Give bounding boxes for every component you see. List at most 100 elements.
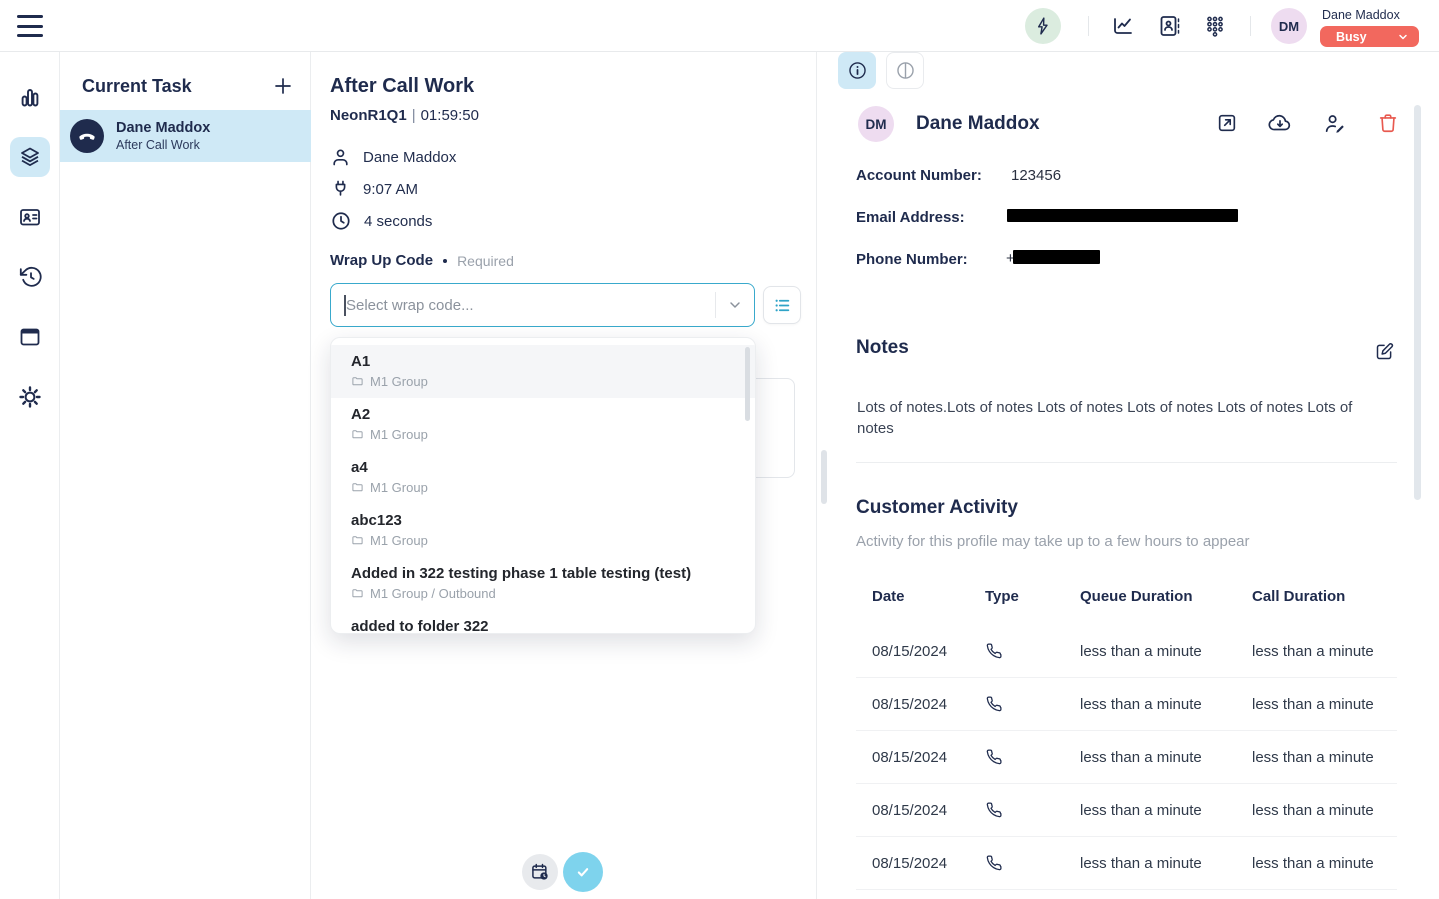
wrap-code-option[interactable]: a4 M1 Group: [331, 451, 755, 504]
phone-call-icon: [985, 854, 1080, 872]
phone-label: Phone Number:: [856, 251, 968, 268]
quick-actions-button[interactable]: [1025, 8, 1061, 44]
browse-codes-button[interactable]: [763, 286, 801, 324]
tab-profile-info[interactable]: [838, 52, 876, 89]
phone-receiver-icon: [77, 126, 97, 146]
nav-history-button[interactable]: [10, 257, 50, 297]
user-avatar[interactable]: DM: [1271, 8, 1307, 44]
line-chart-icon: [1111, 14, 1135, 38]
list-icon: [773, 296, 792, 315]
folder-icon: [351, 428, 364, 441]
option-code: Added in 322 testing phase 1 table testi…: [351, 565, 735, 582]
delete-contact-button[interactable]: [1377, 111, 1401, 135]
nav-dashboard-button[interactable]: [10, 78, 50, 118]
start-time-row: 9:07 AM: [330, 179, 418, 200]
activity-date: 08/15/2024: [872, 749, 985, 766]
chevron-down-icon[interactable]: [716, 297, 754, 313]
duration-row: 4 seconds: [330, 210, 432, 232]
right-scrollbar[interactable]: [1414, 105, 1421, 500]
option-code: A2: [351, 406, 735, 423]
account-number-label: Account Number:: [856, 167, 982, 184]
column-type: Type: [985, 588, 1080, 605]
duration-text: 4 seconds: [364, 213, 432, 230]
bar-chart-icon: [18, 86, 42, 110]
wrap-code-option[interactable]: added to folder 322 M1 Group / Outbound: [331, 610, 755, 634]
topbar-divider: [1088, 16, 1089, 36]
contact-name-heading: Dane Maddox: [916, 113, 1040, 135]
task-contact-name: Dane Maddox: [116, 120, 210, 136]
hamburger-menu-icon[interactable]: [17, 15, 43, 37]
dropdown-scrollbar[interactable]: [745, 347, 750, 421]
contact-meta-row: Dane Maddox: [330, 147, 456, 168]
option-group: M1 Group: [370, 533, 428, 548]
add-task-button[interactable]: [271, 74, 295, 98]
option-code: abc123: [351, 512, 735, 529]
nav-tasks-button[interactable]: [10, 137, 50, 177]
nav-settings-button[interactable]: [10, 377, 50, 417]
chevron-down-icon: [1397, 31, 1409, 43]
schedule-button[interactable]: [522, 854, 558, 890]
activity-row: 08/15/2024 less than a minute less than …: [856, 678, 1397, 731]
contacts-button[interactable]: [1157, 14, 1181, 38]
person-icon: [330, 147, 351, 168]
customer-activity-title: Customer Activity: [856, 497, 1018, 519]
option-group: M1 Group: [370, 374, 428, 389]
current-task-title: Current Task: [82, 76, 192, 97]
open-profile-button[interactable]: [1216, 111, 1240, 135]
activity-row: 08/15/2024 less than a minute less than …: [856, 837, 1397, 890]
wrap-code-option[interactable]: Added in 322 testing phase 1 table testi…: [331, 557, 755, 610]
nav-browser-button[interactable]: [10, 317, 50, 357]
queue-duration-value: less than a minute: [1080, 855, 1252, 872]
activity-rows: 08/15/2024 less than a minute less than …: [856, 625, 1397, 890]
wrap-code-option[interactable]: abc123 M1 Group: [331, 504, 755, 557]
contact-card-icon: [18, 205, 42, 229]
edit-contact-button[interactable]: [1323, 111, 1347, 135]
clock-icon: [330, 210, 352, 232]
gear-icon: [18, 385, 42, 409]
analytics-button[interactable]: [1111, 14, 1135, 38]
layers-icon: [18, 145, 42, 169]
folder-icon: [351, 375, 364, 388]
column-call-duration: Call Duration: [1252, 588, 1397, 605]
call-duration-value: less than a minute: [1252, 749, 1397, 766]
customer-activity-subtitle: Activity for this profile may take up to…: [856, 533, 1250, 550]
dialpad-button[interactable]: [1203, 14, 1227, 38]
wrap-code-option[interactable]: A2 M1 Group: [331, 398, 755, 451]
account-number-value: 123456: [1011, 167, 1061, 184]
user-name: Dane Maddox: [1322, 8, 1400, 22]
current-task-panel: Current Task Dane Maddox After Call Work: [60, 52, 311, 899]
browser-window-icon: [18, 325, 42, 349]
text-cursor: [344, 295, 346, 316]
lightning-icon: [1033, 16, 1053, 36]
wrap-code-option[interactable]: A1 M1 Group: [331, 345, 755, 398]
wrap-up-label: Wrap Up Code: [330, 252, 433, 269]
wrap-code-input[interactable]: [331, 297, 715, 314]
contact-avatar: DM: [858, 106, 894, 142]
activity-row: 08/15/2024 less than a minute less than …: [856, 784, 1397, 837]
edit-notes-button[interactable]: [1374, 339, 1398, 363]
address-book-icon: [1157, 14, 1181, 38]
complete-task-button[interactable]: [563, 852, 603, 892]
required-label: Required: [457, 253, 514, 269]
queue-duration-value: less than a minute: [1080, 802, 1252, 819]
middle-scrollbar[interactable]: [821, 450, 827, 504]
checkmark-icon: [573, 862, 593, 882]
queue-duration-value: less than a minute: [1080, 696, 1252, 713]
task-list-item[interactable]: Dane Maddox After Call Work: [60, 110, 311, 162]
nav-contacts-button[interactable]: [10, 197, 50, 237]
status-dropdown[interactable]: Busy: [1320, 26, 1419, 47]
folder-icon: [351, 534, 364, 547]
wrap-code-select[interactable]: [330, 283, 755, 327]
call-duration-value: less than a minute: [1252, 855, 1397, 872]
status-label: Busy: [1336, 30, 1367, 44]
brain-icon: [895, 60, 916, 81]
download-profile-button[interactable]: [1268, 111, 1292, 135]
phone-redaction-bar: [1013, 250, 1100, 264]
plus-icon: [271, 74, 295, 98]
tab-insights[interactable]: [886, 52, 924, 89]
call-duration-value: less than a minute: [1252, 643, 1397, 660]
activity-row: 08/15/2024 less than a minute less than …: [856, 625, 1397, 678]
activity-table-header: Date Type Queue Duration Call Duration: [856, 586, 1397, 606]
edit-pencil-icon: [1374, 341, 1398, 362]
activity-table: Date Type Queue Duration Call Duration 0…: [856, 586, 1397, 890]
